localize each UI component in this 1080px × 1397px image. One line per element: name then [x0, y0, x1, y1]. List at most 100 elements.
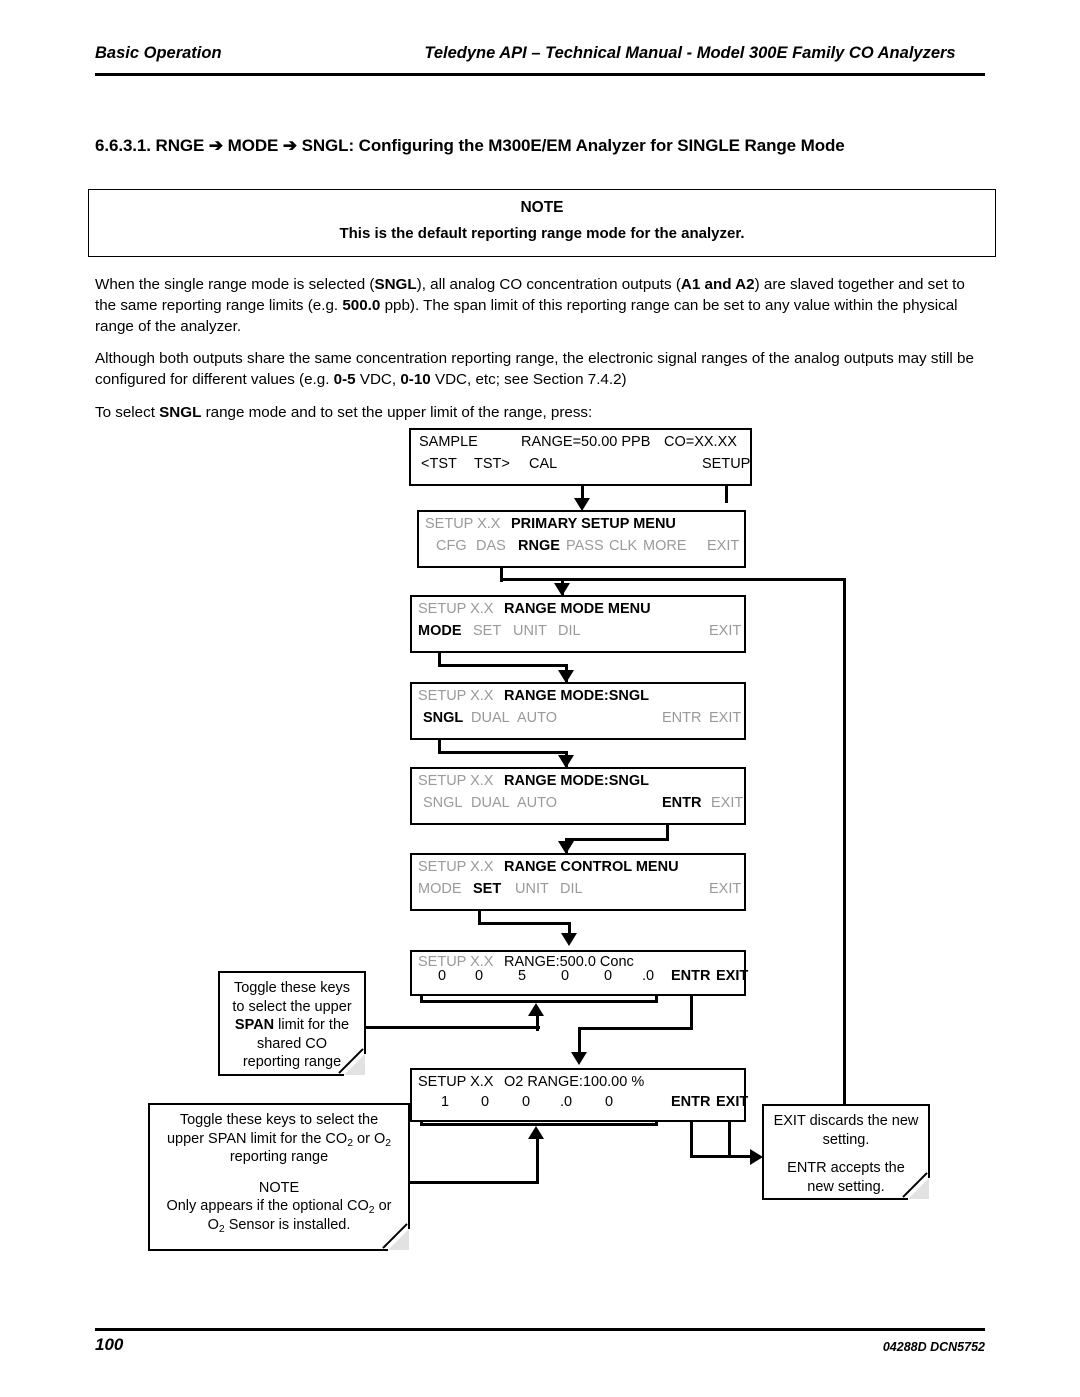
- callout-entr-exit-note: EXIT discards the new setting. ENTR acce…: [762, 1104, 930, 1200]
- callout-o2-sub-1: 2: [347, 1137, 353, 1149]
- digit-1[interactable]: 0: [438, 968, 446, 984]
- softkey-mode[interactable]: MODE: [418, 881, 462, 897]
- digit-1[interactable]: 1: [441, 1094, 449, 1110]
- digit-5[interactable]: 0: [605, 1094, 613, 1110]
- callout-entr-line2: setting.: [822, 1131, 870, 1148]
- callout-entr-line1: EXIT discards the new: [773, 1113, 919, 1129]
- softkey-entr[interactable]: ENTR: [662, 795, 701, 811]
- connector-callout-o2-left: [403, 1181, 539, 1184]
- display-range-mode-sngl-entr: SETUP X.X RANGE MODE:SNGL SNGL DUAL AUTO…: [410, 767, 746, 825]
- softkey-cfg[interactable]: CFG: [436, 538, 467, 554]
- footer-divider: [95, 1328, 985, 1331]
- display-o2-range-entry: SETUP X.X O2 RANGE:100.00 % 1 0 0 .0 0 E…: [410, 1068, 748, 1122]
- softkey-set[interactable]: SET: [473, 881, 501, 897]
- softkey-dual[interactable]: DUAL: [471, 710, 510, 726]
- connector-set-right: [478, 922, 571, 925]
- softkey-mode[interactable]: MODE: [418, 623, 462, 639]
- digit-6-decimal[interactable]: .0: [642, 968, 654, 984]
- connector-o2-to-callout: [690, 1155, 756, 1158]
- softkey-sngl[interactable]: SNGL: [423, 710, 463, 726]
- softkey-auto[interactable]: AUTO: [517, 795, 557, 811]
- callout-o2-sub-4: 2: [218, 1223, 225, 1235]
- cell-menu-title: RANGE CONTROL MENU: [504, 859, 679, 875]
- softkey-entr[interactable]: ENTR: [671, 1094, 710, 1110]
- softkey-rnge[interactable]: RNGE: [518, 538, 560, 554]
- connector-callout-o2-up: [536, 1136, 539, 1184]
- page-number: 100: [95, 1335, 124, 1354]
- digit-5[interactable]: 0: [604, 968, 612, 984]
- callout-o2-line5: O2 Sensor is installed.: [158, 1216, 400, 1235]
- callout-co-span-word: SPAN: [234, 1017, 275, 1034]
- digit-4[interactable]: 0: [561, 968, 569, 984]
- softkey-exit-range-mode[interactable]: EXIT: [709, 623, 741, 639]
- softkey-dil[interactable]: DIL: [560, 881, 583, 897]
- display-range-control-menu: SETUP X.X RANGE CONTROL MENU MODE SET UN…: [410, 853, 746, 911]
- callout-o2-spacer: [158, 1167, 400, 1179]
- cell-o2-range-value: O2 RANGE:100.00 %: [504, 1074, 645, 1090]
- softkey-exit-range-control[interactable]: EXIT: [709, 881, 741, 897]
- callout-o2-line3: reporting range: [229, 1149, 329, 1166]
- softkey-unit[interactable]: UNIT: [513, 623, 547, 639]
- softkey-entr[interactable]: ENTR: [671, 968, 710, 984]
- softkey-clk[interactable]: CLK: [609, 538, 637, 554]
- arrow-callout-to-o2-digits: [528, 1126, 544, 1139]
- softkey-exit[interactable]: EXIT: [711, 795, 743, 811]
- softkey-unit[interactable]: UNIT: [515, 881, 549, 897]
- softkey-dil[interactable]: DIL: [558, 623, 581, 639]
- digit-4-decimal[interactable]: .0: [560, 1094, 572, 1110]
- softkey-tst-prev[interactable]: <TST: [421, 456, 457, 472]
- callout-co-line3: SPAN limit for the: [228, 1016, 356, 1035]
- cell-setup-version: SETUP X.X: [418, 859, 494, 875]
- connector-o2-entr-down: [690, 1122, 693, 1158]
- softkey-more[interactable]: MORE: [643, 538, 687, 554]
- softkey-tst-next[interactable]: TST>: [474, 456, 510, 472]
- digit-2[interactable]: 0: [481, 1094, 489, 1110]
- softkey-sngl[interactable]: SNGL: [423, 795, 463, 811]
- softkey-cal[interactable]: CAL: [529, 456, 557, 472]
- callout-o2-line4-c: or: [374, 1198, 392, 1215]
- softkey-exit-primary[interactable]: EXIT: [707, 538, 739, 554]
- connector-exit-return-bus: [843, 578, 846, 1106]
- fold-corner-edge: [900, 1170, 930, 1200]
- callout-o2-line4: Only appears if the optional CO2 or: [158, 1197, 400, 1216]
- connector-callout-co-left: [362, 1026, 540, 1029]
- cell-sample-range: RANGE=50.00 PPB: [521, 434, 651, 450]
- softkey-pass[interactable]: PASS: [566, 538, 604, 554]
- connector-sngl-right: [438, 751, 568, 754]
- display-primary-setup-menu: SETUP X.X PRIMARY SETUP MENU CFG DAS RNG…: [417, 510, 746, 568]
- document-id: 04288D DCN5752: [882, 1340, 985, 1354]
- arrow-into-range-conc: [561, 933, 577, 946]
- cell-sample-conc: CO=XX.XX: [664, 434, 737, 450]
- softkey-das[interactable]: DAS: [476, 538, 506, 554]
- fold-corner-edge: [380, 1221, 410, 1251]
- cell-menu-title: RANGE MODE MENU: [504, 601, 651, 617]
- digit-2[interactable]: 0: [475, 968, 483, 984]
- softkey-exit[interactable]: EXIT: [709, 710, 741, 726]
- callout-o2-span-note: Toggle these keys to select the upper SP…: [148, 1103, 410, 1251]
- callout-o2-line2-c: or O: [353, 1130, 386, 1147]
- connector-mode-right: [438, 664, 568, 667]
- fold-corner-edge: [336, 1046, 366, 1076]
- cell-sample-status: SAMPLE: [419, 434, 478, 450]
- softkey-setup[interactable]: SETUP: [702, 456, 750, 472]
- softkey-set[interactable]: SET: [473, 623, 501, 639]
- softkey-auto[interactable]: AUTO: [517, 710, 557, 726]
- softkey-dual[interactable]: DUAL: [471, 795, 510, 811]
- callout-entr-line3: ENTR accepts the: [787, 1160, 905, 1177]
- connector-co-entr-left: [578, 1027, 693, 1030]
- callout-o2-line5-a: O: [207, 1216, 219, 1233]
- cell-setup-version: SETUP X.X: [418, 1074, 494, 1090]
- softkey-exit[interactable]: EXIT: [716, 1094, 748, 1110]
- softkey-entr[interactable]: ENTR: [662, 710, 701, 726]
- softkey-exit[interactable]: EXIT: [716, 968, 748, 984]
- callout-o2-sub-3: 2: [368, 1205, 375, 1217]
- digit-3[interactable]: 5: [518, 968, 526, 984]
- callout-o2-line2: upper SPAN limit for the CO2 or O2: [158, 1130, 400, 1149]
- connector-rnge-right-bus: [500, 578, 846, 581]
- arrow-callout-to-co-digits: [528, 1003, 544, 1016]
- callout-entr-line4: new setting.: [807, 1178, 885, 1195]
- digit-3[interactable]: 0: [522, 1094, 530, 1110]
- callout-co-line2: to select the upper: [232, 998, 352, 1015]
- connector-setup-down: [725, 486, 728, 503]
- connector-co-entr-down: [690, 996, 693, 1030]
